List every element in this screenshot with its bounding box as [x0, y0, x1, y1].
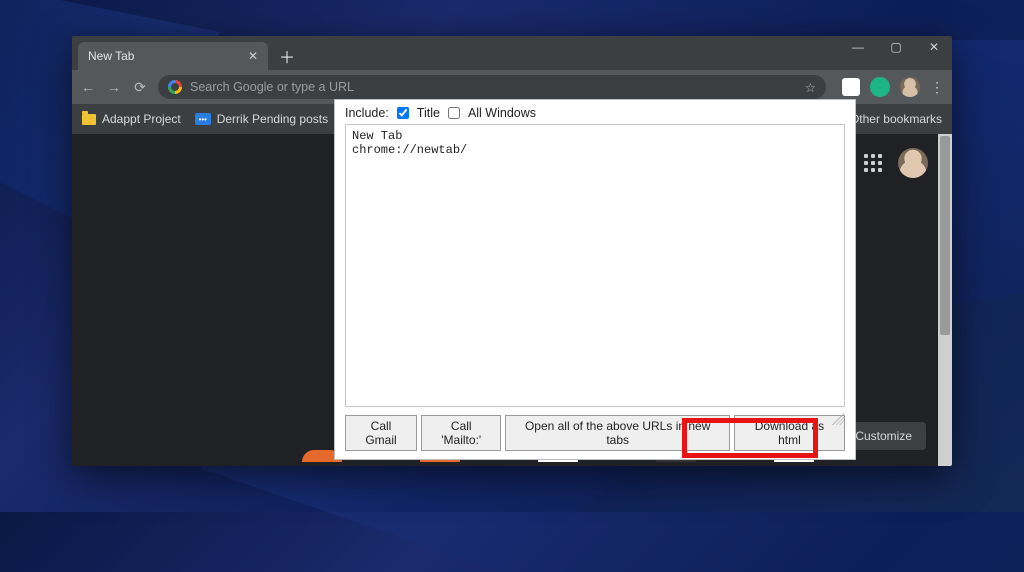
- title-checkbox-label: Title: [417, 106, 440, 120]
- minimize-button[interactable]: —: [846, 40, 870, 54]
- bookmark-label: Derrik Pending posts: [217, 112, 328, 126]
- call-gmail-button[interactable]: Call Gmail: [345, 415, 417, 451]
- extension-icon[interactable]: [842, 78, 860, 96]
- open-all-urls-button[interactable]: Open all of the above URLs in new tabs: [505, 415, 729, 451]
- extension-icons: ⋮: [836, 77, 944, 97]
- download-as-html-button[interactable]: Download as html: [734, 415, 845, 451]
- profile-avatar-icon[interactable]: [900, 77, 920, 97]
- tab-title: New Tab: [88, 49, 134, 63]
- back-icon[interactable]: ←: [80, 79, 96, 95]
- tab-strip: New Tab ✕ ＋ — ▢ ✕: [72, 36, 952, 70]
- google-icon: [168, 80, 182, 94]
- apps-grid-icon[interactable]: [864, 154, 882, 172]
- account-avatar[interactable]: [898, 148, 928, 178]
- site-icon: •••: [195, 113, 211, 125]
- extension-icon-grammarly[interactable]: [870, 77, 890, 97]
- popup-button-row: Call Gmail Call 'Mailto:' Open all of th…: [335, 411, 855, 459]
- popup-options-row: Include: Title All Windows: [335, 100, 855, 124]
- forward-icon[interactable]: →: [106, 79, 122, 95]
- bookmark-item[interactable]: ••• Derrik Pending posts: [195, 112, 328, 126]
- bookmark-item[interactable]: Adappt Project: [82, 112, 181, 126]
- all-windows-checkbox-label: All Windows: [468, 106, 536, 120]
- omnibox-placeholder: Search Google or type a URL: [190, 80, 354, 94]
- resize-grip-icon[interactable]: [832, 413, 844, 425]
- extension-popup: Include: Title All Windows Call Gmail Ca…: [334, 99, 856, 460]
- all-windows-checkbox[interactable]: [448, 107, 460, 119]
- new-tab-button[interactable]: ＋: [274, 43, 300, 69]
- omnibox[interactable]: Search Google or type a URL ☆: [158, 75, 826, 99]
- chrome-menu-icon[interactable]: ⋮: [930, 79, 944, 96]
- scrollbar[interactable]: [938, 134, 952, 466]
- reload-icon[interactable]: ⟳: [132, 79, 148, 96]
- maximize-button[interactable]: ▢: [884, 40, 908, 54]
- browser-tab[interactable]: New Tab ✕: [78, 42, 268, 70]
- other-bookmarks-label: Other bookmarks: [850, 112, 942, 126]
- bookmark-star-icon[interactable]: ☆: [805, 80, 816, 95]
- close-tab-icon[interactable]: ✕: [248, 49, 258, 63]
- include-label: Include:: [345, 106, 389, 120]
- window-controls: — ▢ ✕: [846, 40, 946, 54]
- bookmark-label: Adappt Project: [102, 112, 181, 126]
- close-window-button[interactable]: ✕: [922, 40, 946, 54]
- customize-label: Customize: [855, 429, 912, 443]
- urls-textarea[interactable]: [345, 124, 845, 407]
- call-mailto-button[interactable]: Call 'Mailto:': [421, 415, 501, 451]
- other-bookmarks[interactable]: Other bookmarks: [850, 112, 942, 126]
- title-checkbox[interactable]: [397, 107, 409, 119]
- folder-icon: [82, 114, 96, 125]
